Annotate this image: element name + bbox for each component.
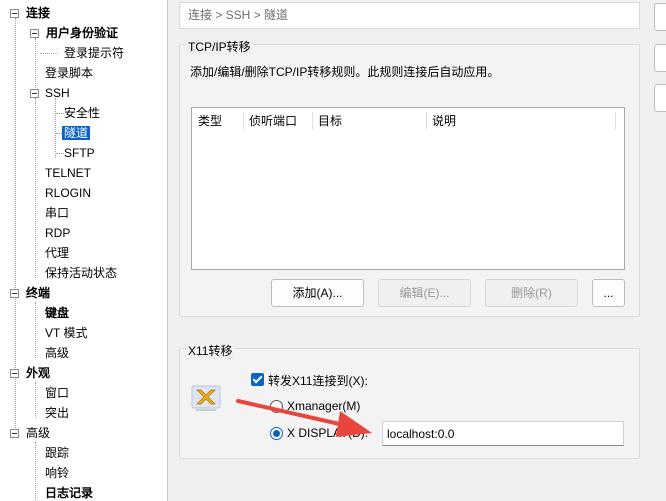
forwarding-rules-table[interactable]: 类型 侦听端口 目标 说明 [191, 107, 625, 270]
cancel-button-partial[interactable] [654, 44, 666, 72]
tree-item-appearance[interactable]: 外观 [10, 363, 50, 383]
tree-item-rlogin[interactable]: RLOGIN [45, 183, 91, 203]
collapse-toggle-icon[interactable] [10, 9, 19, 18]
tree-item-sftp[interactable]: SFTP [64, 143, 95, 163]
category-tree[interactable]: 连接 用户身份验证 登录提示符 登录脚本 SSH 安全性 隧道 SFTP TEL… [0, 0, 168, 501]
tree-item-login-script[interactable]: 登录脚本 [45, 63, 93, 83]
more-options-button[interactable]: ... [592, 279, 625, 307]
tree-item-login-prompt[interactable]: 登录提示符 [64, 43, 124, 63]
xmanager-radio[interactable] [270, 400, 283, 413]
tree-item-keepalive[interactable]: 保持活动状态 [45, 263, 117, 283]
delete-button[interactable]: 删除(R) [485, 279, 578, 307]
tree-item-terminal-advanced[interactable]: 高级 [45, 343, 69, 363]
edit-button[interactable]: 编辑(E)... [378, 279, 471, 307]
tree-item-serial[interactable]: 串口 [45, 203, 69, 223]
x-display-label[interactable]: X DISPLAY(D): [287, 426, 368, 440]
tree-item-telnet[interactable]: TELNET [45, 163, 91, 183]
tree-item-logging[interactable]: 日志记录 [45, 483, 93, 501]
tree-item-bell[interactable]: 响铃 [45, 463, 69, 483]
tree-item-ssh[interactable]: SSH [30, 83, 70, 103]
tree-item-keyboard[interactable]: 键盘 [45, 303, 69, 323]
tree-item-terminal[interactable]: 终端 [10, 283, 50, 303]
tree-item-connection[interactable]: 连接 [10, 3, 50, 23]
tree-item-highlight[interactable]: 突出 [45, 403, 69, 423]
column-header-target[interactable]: 目标 [312, 108, 427, 134]
help-button-partial[interactable] [654, 84, 666, 112]
forward-x11-checkbox[interactable] [251, 373, 264, 386]
ok-button-partial[interactable] [654, 3, 666, 31]
x-display-radio[interactable] [270, 427, 283, 440]
column-header-type[interactable]: 类型 [192, 108, 244, 134]
collapse-toggle-icon[interactable] [30, 89, 39, 98]
collapse-toggle-icon[interactable] [10, 369, 19, 378]
tree-item-window[interactable]: 窗口 [45, 383, 69, 403]
x11-group-label: X11转移 [186, 342, 235, 359]
tree-item-advanced[interactable]: 高级 [10, 423, 50, 443]
tree-item-tunnel[interactable]: 隧道 [62, 123, 91, 143]
add-button[interactable]: 添加(A)... [271, 279, 364, 307]
tree-item-security[interactable]: 安全性 [64, 103, 100, 123]
tree-item-vt-mode[interactable]: VT 模式 [45, 323, 87, 343]
tcp-group-label: TCP/IP转移 [186, 38, 253, 55]
tree-item-rdp[interactable]: RDP [45, 223, 70, 243]
collapse-toggle-icon[interactable] [30, 29, 39, 38]
xmanager-label[interactable]: Xmanager(M) [287, 399, 360, 413]
x-display-input[interactable] [382, 421, 624, 446]
collapse-toggle-icon[interactable] [10, 289, 19, 298]
column-header-listen-port[interactable]: 侦听端口 [243, 108, 313, 134]
session-properties-dialog: 连接 用户身份验证 登录提示符 登录脚本 SSH 安全性 隧道 SFTP TEL… [0, 0, 666, 501]
column-header-description[interactable]: 说明 [426, 108, 616, 134]
tree-item-proxy[interactable]: 代理 [45, 243, 69, 263]
tcp-description: 添加/编辑/删除TCP/IP转移规则。此规则连接后自动应用。 [190, 65, 500, 79]
collapse-toggle-icon[interactable] [10, 429, 19, 438]
x11-x-icon [190, 382, 222, 414]
tree-item-user-auth[interactable]: 用户身份验证 [30, 23, 118, 43]
forward-x11-label[interactable]: 转发X11连接到(X): [268, 372, 368, 389]
tree-item-trace[interactable]: 跟踪 [45, 443, 69, 463]
breadcrumb: 连接 > SSH > 隧道 [179, 2, 640, 29]
